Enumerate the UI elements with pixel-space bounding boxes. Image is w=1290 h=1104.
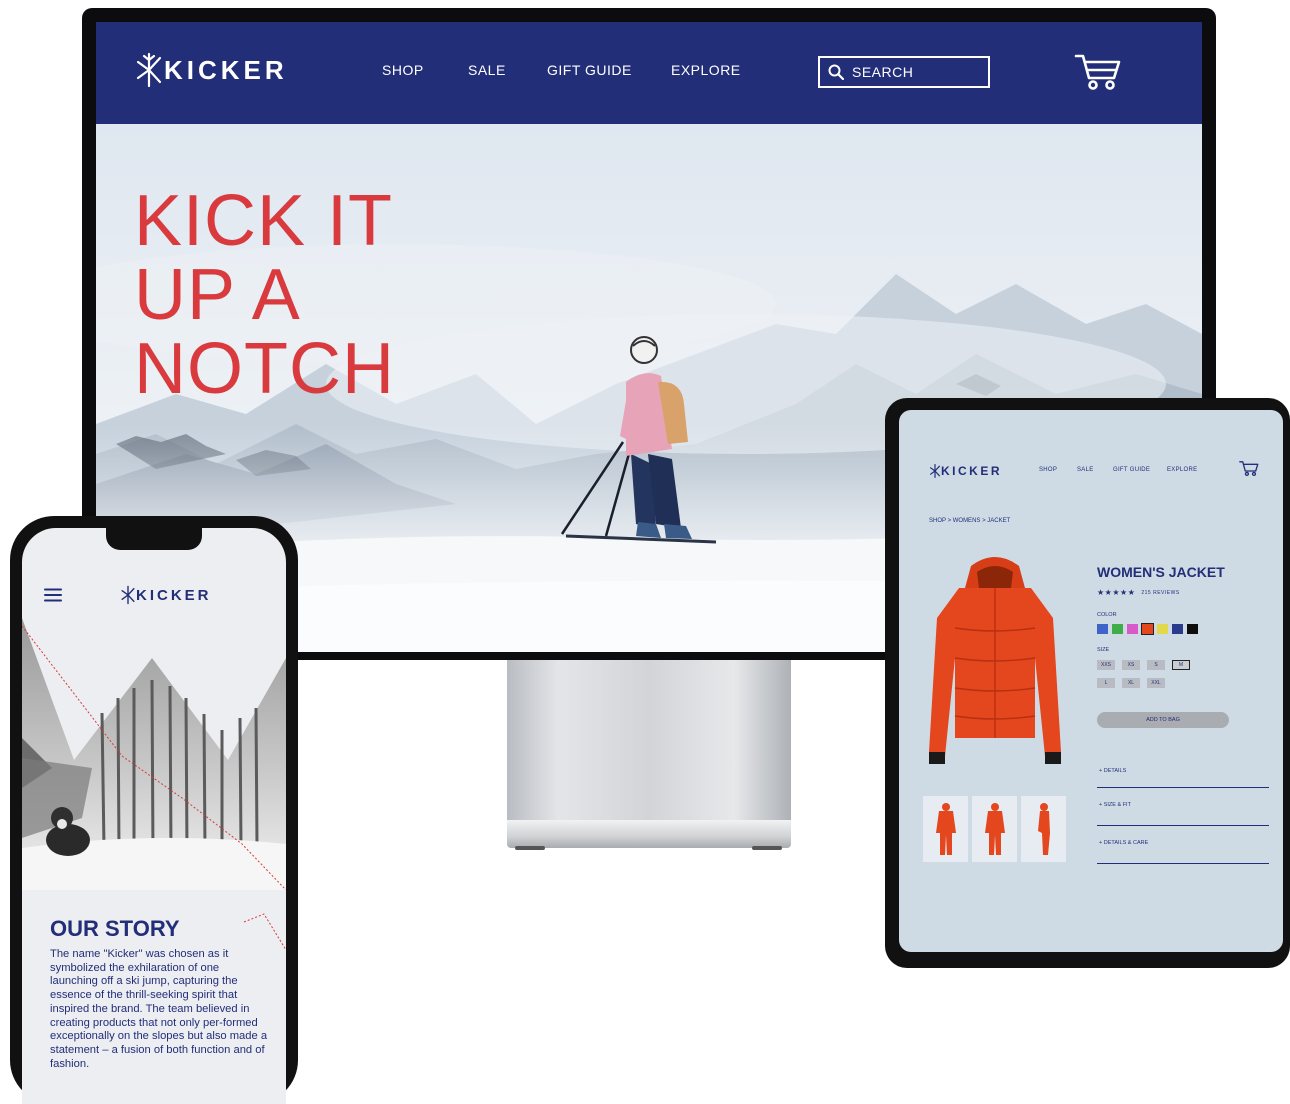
breadcrumb[interactable]: SHOP > WOMENS > JACKET: [929, 518, 1010, 524]
color-swatch-yellow[interactable]: [1157, 624, 1168, 634]
size-row-2: L XL XXL: [1097, 678, 1165, 688]
hamburger-menu-icon[interactable]: [44, 588, 62, 602]
tablet-screen: KICKER SHOP SALE GIFT GUIDE EXPLORE SHOP…: [899, 410, 1283, 952]
size-option-s[interactable]: S: [1147, 660, 1165, 670]
phone-logo[interactable]: KICKER: [120, 584, 212, 606]
tablet-logo[interactable]: KICKER: [929, 462, 1002, 480]
ski-suit-thumbnail: [984, 803, 1005, 855]
tablet-nav-sale[interactable]: SALE: [1077, 467, 1094, 473]
cart-icon[interactable]: [1239, 460, 1259, 477]
accordion-details-care[interactable]: + DETAILS & CARE: [1097, 840, 1269, 864]
color-swatch-navy[interactable]: [1172, 624, 1183, 634]
our-story-section: OUR STORY The name "Kicker" was chosen a…: [22, 890, 286, 1104]
size-option-xxs[interactable]: XXS: [1097, 660, 1115, 670]
cart-icon[interactable]: [1074, 52, 1122, 92]
color-swatch-orange[interactable]: [1140, 622, 1155, 636]
add-to-bag-button[interactable]: ADD TO BAG: [1097, 712, 1229, 728]
monitor-foot-left: [515, 846, 545, 850]
snowflake-logo-icon: [136, 52, 162, 88]
desktop-nav-explore[interactable]: EXPLORE: [671, 62, 741, 78]
story-title: OUR STORY: [50, 916, 180, 941]
desktop-nav-gift-guide[interactable]: GIFT GUIDE: [547, 62, 632, 78]
snowflake-logo-icon: [121, 585, 135, 605]
color-label: COLOR: [1097, 612, 1117, 618]
monitor-foot-right: [752, 846, 782, 850]
ski-suit-thumbnail: [1037, 803, 1050, 855]
size-option-xs[interactable]: XS: [1122, 660, 1140, 670]
tablet-nav-shop[interactable]: SHOP: [1039, 467, 1057, 473]
size-option-xl[interactable]: XL: [1122, 678, 1140, 688]
tablet-device: KICKER SHOP SALE GIFT GUIDE EXPLORE SHOP…: [885, 398, 1290, 968]
desktop-nav-shop[interactable]: SHOP: [382, 62, 424, 78]
desktop-nav-sale[interactable]: SALE: [468, 62, 506, 78]
rating[interactable]: ★★★★★ 215 REVIEWS: [1097, 588, 1180, 597]
thumbnail-strip: [923, 796, 1066, 862]
color-swatches: [1097, 622, 1198, 636]
desktop-search-label: SEARCH: [852, 64, 914, 80]
accordion-details[interactable]: + DETAILS: [1097, 768, 1269, 788]
monitor-stand-base: [507, 820, 791, 848]
size-row-1: XXS XS S M: [1097, 660, 1190, 670]
thumbnail-front[interactable]: [923, 796, 968, 862]
phone-screen: KICKER OUR STORY The name "Kicker" was c…: [22, 528, 286, 1104]
review-count: 215 REVIEWS: [1141, 589, 1180, 596]
size-option-l[interactable]: L: [1097, 678, 1115, 688]
size-option-xxl[interactable]: XXL: [1147, 678, 1165, 688]
ski-suit-thumbnail: [935, 803, 956, 855]
hero-title: KICK IT UP A NOTCH: [134, 181, 395, 409]
tablet-nav-gift-guide[interactable]: GIFT GUIDE: [1113, 467, 1150, 473]
phone-device: KICKER OUR STORY The name "Kicker" was c…: [10, 516, 298, 1104]
color-swatch-green[interactable]: [1112, 624, 1123, 634]
thumbnail-back[interactable]: [972, 796, 1017, 862]
thumbnail-side[interactable]: [1021, 796, 1066, 862]
desktop-logo[interactable]: KICKER: [134, 52, 288, 88]
tablet-logo-text: KICKER: [941, 464, 1003, 478]
size-label: SIZE: [1097, 647, 1110, 653]
phone-logo-text: KICKER: [136, 586, 212, 604]
star-rating-icon: ★★★★★: [1097, 588, 1136, 597]
ski-fence-photo: [22, 618, 286, 890]
tablet-nav-explore[interactable]: EXPLORE: [1167, 467, 1197, 473]
monitor-stand: [507, 660, 791, 820]
size-option-m[interactable]: M: [1172, 660, 1190, 670]
color-swatch-black[interactable]: [1187, 624, 1198, 634]
snowflake-logo-icon: [930, 464, 940, 479]
phone-notch: [106, 528, 202, 550]
story-body: The name "Kicker" was chosen as it symbo…: [50, 948, 268, 1070]
accordion-size-fit[interactable]: + SIZE & FIT: [1097, 802, 1269, 826]
product-title: WOMEN'S JACKET: [1097, 564, 1225, 580]
desktop-nav-bar: KICKER SHOP SALE GIFT GUIDE EXPLORE SEAR…: [96, 22, 1202, 124]
desktop-search-box[interactable]: SEARCH: [818, 56, 990, 88]
search-icon: [828, 64, 844, 80]
color-swatch-blue[interactable]: [1097, 624, 1108, 634]
color-swatch-pink[interactable]: [1127, 624, 1138, 634]
jacket-product-image[interactable]: [925, 548, 1065, 784]
desktop-logo-text: KICKER: [164, 54, 288, 85]
